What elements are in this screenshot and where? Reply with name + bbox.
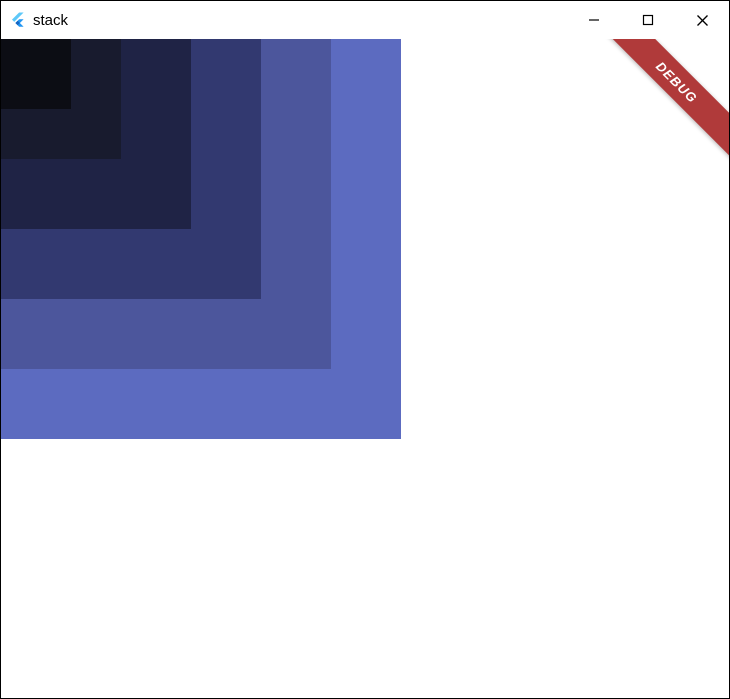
app-window: stack DEBUG bbox=[0, 0, 730, 699]
window-controls bbox=[567, 1, 729, 39]
flutter-logo-icon bbox=[9, 11, 27, 29]
close-button[interactable] bbox=[675, 1, 729, 39]
debug-label: DEBUG bbox=[653, 58, 700, 105]
debug-ribbon: DEBUG bbox=[599, 39, 729, 169]
minimize-icon bbox=[588, 14, 600, 26]
debug-band: DEBUG bbox=[599, 39, 729, 163]
maximize-button[interactable] bbox=[621, 1, 675, 39]
stack-square bbox=[1, 39, 71, 109]
titlebar-left: stack bbox=[9, 11, 68, 29]
maximize-icon bbox=[642, 14, 654, 26]
minimize-button[interactable] bbox=[567, 1, 621, 39]
titlebar: stack bbox=[1, 1, 729, 39]
window-title: stack bbox=[33, 12, 68, 29]
content-area: DEBUG bbox=[1, 39, 729, 698]
close-icon bbox=[696, 14, 709, 27]
